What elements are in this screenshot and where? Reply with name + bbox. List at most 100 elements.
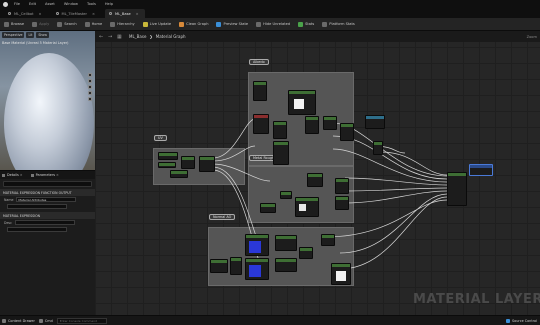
mesh-shape-icon[interactable] (88, 97, 92, 101)
normal-strength-node[interactable] (230, 257, 242, 275)
albedo-out-node[interactable] (365, 115, 385, 129)
live-update-button[interactable]: Live Update (142, 21, 171, 27)
uv-output-node[interactable] (199, 156, 215, 172)
node-header (308, 174, 322, 177)
node-header (300, 248, 312, 251)
menu-window[interactable]: Window (64, 2, 78, 6)
normal-param-node[interactable] (210, 259, 228, 273)
stats-button[interactable]: Stats (298, 21, 314, 27)
scalar-param-node[interactable] (158, 162, 176, 168)
metal-scalar-node[interactable] (260, 203, 276, 213)
node-header (374, 142, 382, 145)
console-command-input[interactable]: Enter Console Command (56, 317, 107, 324)
close-icon[interactable]: × (136, 12, 139, 16)
content-drawer-button[interactable]: Content Drawer (2, 318, 35, 323)
search-button[interactable]: Search (57, 21, 77, 27)
apply-button[interactable]: Apply (32, 21, 50, 27)
ao-mult-node[interactable] (321, 234, 335, 246)
clean-graph-icon (179, 21, 185, 27)
perspective-button[interactable]: Perspective (2, 32, 25, 38)
node-header (336, 197, 348, 200)
menu-asset[interactable]: Asset (45, 2, 55, 6)
close-icon[interactable]: × (56, 173, 59, 177)
preview-viewport[interactable]: Perspective Lit Show Base Material (Unre… (0, 31, 95, 170)
browse-button[interactable]: Browse (4, 21, 24, 27)
tab-ml-base[interactable]: ML_Base × (105, 9, 145, 18)
albedo-mult-node[interactable] (323, 116, 337, 130)
section-function-output[interactable]: MATERIAL EXPRESSION FUNCTION OUTPUT (0, 189, 95, 196)
cylinder-shape-icon[interactable] (88, 91, 92, 95)
ao-param-node[interactable] (275, 258, 297, 272)
hierarchy-button[interactable]: Hierarchy (110, 21, 135, 27)
normal-sample-node[interactable] (245, 234, 269, 256)
value-field[interactable] (7, 227, 67, 232)
ao-sample-node[interactable] (245, 258, 269, 280)
albedo-color-node[interactable] (253, 81, 267, 101)
details-row (0, 203, 95, 210)
name-label: Name (4, 197, 14, 202)
section-material-expression[interactable]: MATERIAL EXPRESSION (0, 212, 95, 219)
clean-graph-button[interactable]: Clean Graph (179, 21, 208, 27)
albedo-tint-node[interactable] (273, 121, 287, 139)
platform-stats-button[interactable]: Platform Stats (322, 21, 355, 27)
tab-ml-cellbot[interactable]: ML_Cellbot × (4, 9, 48, 18)
cmd-dropdown[interactable]: Cmd (38, 318, 53, 323)
apply-label: Apply (39, 22, 50, 26)
home-label: Home (91, 22, 103, 26)
uv-param-node[interactable] (170, 170, 188, 178)
sphere-shape-icon[interactable] (88, 73, 92, 77)
apply-icon (32, 21, 38, 27)
menu-edit[interactable]: Edit (29, 2, 36, 6)
menu-help[interactable]: Help (105, 2, 113, 6)
metal-mult-node[interactable] (335, 178, 349, 194)
menu-tools[interactable]: Tools (87, 2, 96, 6)
albedo-sample-node[interactable] (288, 90, 316, 115)
ao-lerp-node[interactable] (299, 247, 313, 259)
albedo-add-node[interactable] (273, 141, 289, 165)
tab-ml-tilemaster[interactable]: ML_TileMaster × (52, 9, 101, 18)
metal-value-node[interactable] (280, 191, 292, 199)
unreal-logo[interactable] (3, 1, 8, 7)
desc-field[interactable] (14, 220, 75, 225)
material-graph[interactable]: ← → ▦ ML_Base ❯ Material Graph Zoom UV A… (95, 31, 540, 315)
albedo-append-node[interactable] (373, 141, 383, 155)
multiply-node[interactable] (181, 156, 195, 169)
tab-label: ML_Base (115, 11, 131, 16)
show-button[interactable]: Show (36, 32, 49, 38)
lit-button[interactable]: Lit (26, 32, 35, 38)
output-result-node[interactable] (469, 164, 493, 176)
texcoord-node[interactable] (158, 152, 178, 160)
roughness-mult-node[interactable] (335, 196, 349, 210)
plane-shape-icon[interactable] (88, 85, 92, 89)
ao-preview-node[interactable] (331, 263, 351, 285)
make-material-attributes-node[interactable] (447, 172, 467, 206)
source-control-button[interactable]: Source Control (506, 318, 537, 323)
albedo-texture-node[interactable] (253, 114, 269, 134)
node-header (341, 124, 353, 127)
node-header (254, 115, 268, 118)
preview-state-button[interactable]: Preview State (216, 21, 248, 27)
details-search-input[interactable] (3, 181, 92, 187)
tab-parameters[interactable]: Parameters × (30, 173, 59, 177)
node-header (276, 259, 296, 262)
normal-flatten-node[interactable] (275, 235, 297, 251)
home-button[interactable]: Home (84, 21, 103, 27)
preview-state-icon (216, 21, 222, 27)
close-icon[interactable]: × (92, 12, 95, 16)
live-update-icon (142, 21, 148, 27)
close-icon[interactable]: × (20, 173, 23, 177)
tab-details[interactable]: Details × (2, 173, 23, 177)
details-tab-label: Details (7, 173, 19, 177)
menu-file[interactable]: File (14, 2, 20, 6)
cube-shape-icon[interactable] (88, 79, 92, 83)
value-field[interactable] (7, 204, 67, 209)
node-header (276, 236, 296, 239)
metal-param-node[interactable] (307, 173, 323, 187)
roughness-sample-node[interactable] (295, 197, 319, 217)
hide-unrelated-button[interactable]: Hide Unrelated (256, 21, 290, 27)
close-icon[interactable]: × (39, 12, 42, 16)
name-field[interactable]: Material Attributes (16, 197, 77, 202)
albedo-blend-node[interactable] (340, 123, 354, 141)
home-icon (84, 21, 90, 27)
albedo-lerp-node[interactable] (305, 116, 319, 134)
